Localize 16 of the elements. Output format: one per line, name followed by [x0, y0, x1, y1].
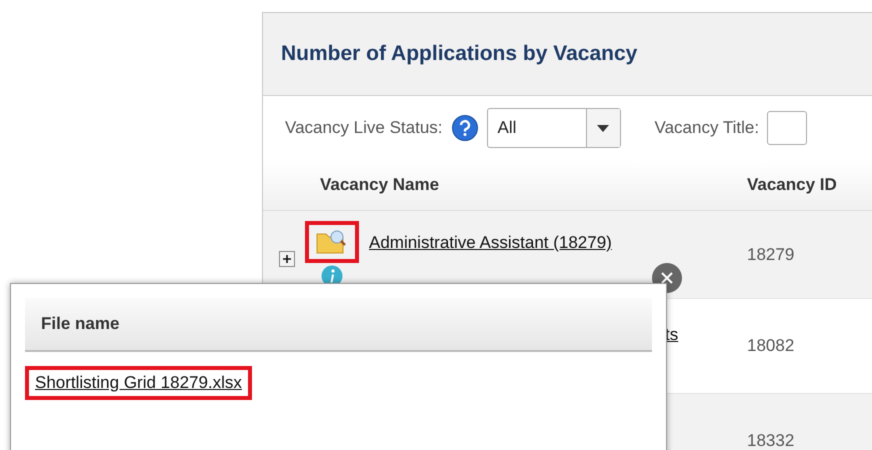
vacancy-id: 18332 [747, 430, 794, 450]
column-header: File name [25, 298, 652, 352]
file-link[interactable]: Shortlisting Grid 18279.xlsx [35, 373, 242, 393]
caret-icon [597, 124, 609, 132]
filter-label: Vacancy Title: [654, 118, 760, 138]
vacancy-id: 18279 [747, 244, 794, 266]
status-dropdown[interactable]: All [486, 108, 620, 148]
column-header[interactable]: Vacancy Name [263, 175, 747, 195]
filter-label: Vacancy Live Status: [285, 118, 442, 138]
column-header[interactable]: Vacancy ID [747, 175, 872, 195]
vacancy-id: 18082 [747, 335, 794, 357]
vacancy-link[interactable]: Administrative Assistant (18279) [369, 233, 612, 253]
help-icon[interactable] [450, 114, 478, 142]
panel-title: Number of Applications by Vacancy [281, 42, 638, 66]
expand-icon[interactable] [279, 251, 295, 267]
title-input[interactable] [767, 111, 808, 145]
